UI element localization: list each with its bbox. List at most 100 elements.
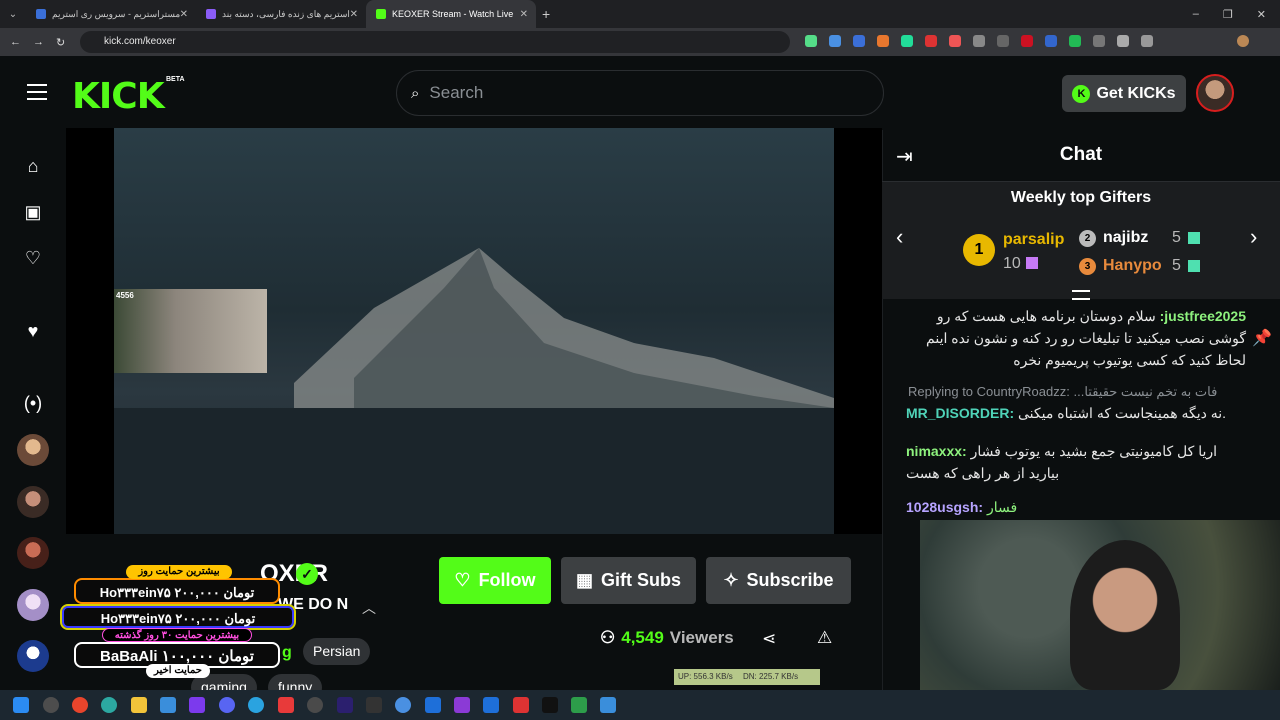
app-icon[interactable] xyxy=(513,697,529,713)
tag-persian[interactable]: Persian xyxy=(303,638,371,665)
premiere-icon[interactable] xyxy=(337,697,353,713)
gift-icon xyxy=(1188,260,1200,272)
close-icon[interactable]: ✕ xyxy=(520,9,528,20)
kick-logo[interactable]: KICK xyxy=(72,76,165,117)
user-avatar[interactable] xyxy=(1196,74,1234,112)
donation-amount: Ho۳۳۳ein۷۵ ۲۰۰,۰۰۰ تومان xyxy=(99,585,255,600)
chat-username[interactable]: MR_DISORDER: xyxy=(906,405,1014,421)
app-icon[interactable] xyxy=(395,697,411,713)
streamer-overlay-cam xyxy=(920,520,1280,690)
url-text: kick.com/keoxer xyxy=(104,36,176,47)
terminal-icon[interactable] xyxy=(366,697,382,713)
reload-icon[interactable]: ↻ xyxy=(56,36,65,49)
url-field[interactable]: kick.com/keoxer xyxy=(80,31,790,53)
rank-1-badge: 1 xyxy=(963,234,995,266)
app-icon[interactable] xyxy=(278,697,294,713)
chat-text: فسار xyxy=(986,499,1018,515)
close-icon[interactable]: ✕ xyxy=(350,9,358,20)
discord-icon[interactable] xyxy=(219,697,235,713)
forward-icon[interactable]: → xyxy=(33,36,44,48)
gifter-name[interactable]: Hanypo xyxy=(1103,257,1162,275)
edge-icon[interactable] xyxy=(101,697,117,713)
subscribe-label: Subscribe xyxy=(746,570,834,590)
tab-favicon xyxy=(376,9,386,19)
donation-top-day: Ho۳۳۳ein۷۵ ۲۰۰,۰۰۰ تومان xyxy=(74,578,280,604)
browse-icon[interactable]: ▣ xyxy=(22,201,44,223)
menu-icon[interactable] xyxy=(27,84,47,100)
whatsapp-icon[interactable] xyxy=(43,697,59,713)
browser-tab-2[interactable]: استریم های زنده فارسی، دسته بند ✕ xyxy=(196,0,366,28)
followed-channel-avatar[interactable] xyxy=(17,434,49,466)
app-icon[interactable] xyxy=(600,697,616,713)
gifter-name[interactable]: parsalip xyxy=(1003,231,1064,249)
browser-tab-3[interactable]: KEOXER Stream - Watch Live ✕ xyxy=(366,0,536,28)
following-icon[interactable]: ♡ xyxy=(22,247,44,269)
weekly-gifters-title: Weekly top Gifters xyxy=(1010,189,1152,206)
telegram-icon[interactable] xyxy=(248,697,264,713)
obs-icon[interactable] xyxy=(307,697,323,713)
back-icon[interactable]: ← xyxy=(10,36,21,48)
sparkle-icon: ✧ xyxy=(723,570,739,590)
app-icon[interactable] xyxy=(189,697,205,713)
chat-username[interactable]: nimaxxx: xyxy=(906,443,967,459)
viewers-icon: ⚇ xyxy=(600,628,616,647)
subscribe-button[interactable]: ✧ Subscribe xyxy=(706,557,851,604)
kicks-coin-icon: K xyxy=(1072,84,1091,103)
chat-message: MR_DISORDER: نه دیگه همینجاست که اشتباه … xyxy=(906,405,1246,422)
chevron-right-icon[interactable]: › xyxy=(1250,224,1257,250)
home-icon[interactable]: ⌂ xyxy=(22,155,44,177)
reply-context[interactable]: Replying to CountryRoadzz: ...فات به تخم… xyxy=(908,384,1248,400)
chat-username[interactable]: 1028usgsh: xyxy=(906,499,983,515)
live-icon[interactable]: (•) xyxy=(22,392,44,414)
capcut-icon[interactable] xyxy=(542,697,558,713)
donation-top-month: Ho۳۳۳ein۷۵ ۲۰۰,۰۰۰ تومان xyxy=(60,604,296,630)
photos-icon[interactable] xyxy=(160,697,176,713)
gift-icon: ▦ xyxy=(575,570,593,590)
search-icon: ⌕ xyxy=(411,84,420,102)
tab-search-icon[interactable]: ⌄ xyxy=(0,9,26,20)
chevron-up-icon[interactable]: ︿ xyxy=(362,598,376,618)
verified-icon: ✓ xyxy=(296,563,318,585)
gifter-count: 10 xyxy=(1003,255,1021,272)
chevron-left-icon[interactable]: ‹ xyxy=(896,224,903,250)
gifter-count: 5 xyxy=(1172,229,1181,246)
chat-username[interactable]: justfree2025: xyxy=(1160,308,1246,324)
favorites-icon[interactable]: ♥ xyxy=(22,320,44,342)
net-up: UP: 556.3 KB/s xyxy=(678,672,733,681)
network-speed-widget: UP: 556.3 KB/s DN: 225.7 KB/s xyxy=(674,669,820,685)
app-icon[interactable] xyxy=(425,697,441,713)
donation-label: بیشترین حمایت ۳۰ روز گذشته xyxy=(102,628,252,642)
restore-icon[interactable]: ❐ xyxy=(1223,8,1233,21)
close-icon[interactable]: ✕ xyxy=(180,9,188,20)
search-input[interactable]: ⌕ Search xyxy=(396,70,884,116)
folder-icon[interactable] xyxy=(131,697,147,713)
followed-channel-avatar[interactable] xyxy=(17,589,49,621)
search-placeholder: Search xyxy=(429,83,484,102)
follow-label: Follow xyxy=(478,570,536,590)
app-icon[interactable] xyxy=(571,697,587,713)
gifter-name[interactable]: najibz xyxy=(1103,229,1148,247)
viewer-count: ⚇ 4,549 Viewers xyxy=(600,628,734,648)
browser-tab-bar: ⌄ مستراستریم - سرویس ری استریم ✕ استریم … xyxy=(0,0,1280,28)
browser-tab-1[interactable]: مستراستریم - سرویس ری استریم ✕ xyxy=(26,0,196,28)
drag-handle-icon[interactable] xyxy=(1072,290,1090,300)
viewers-number: 4,549 xyxy=(621,628,664,647)
gift-subs-button[interactable]: ▦ Gift Subs xyxy=(561,557,696,604)
chrome-icon[interactable] xyxy=(72,697,88,713)
pin-icon[interactable]: 📌 xyxy=(1252,328,1272,348)
share-icon[interactable]: ⋖ xyxy=(762,629,776,649)
follow-button[interactable]: ♡ Follow xyxy=(439,557,551,604)
minimize-icon[interactable]: – xyxy=(1193,8,1199,21)
beta-badge: BETA xyxy=(166,76,185,83)
get-kicks-button[interactable]: K Get KICKs xyxy=(1062,75,1186,112)
app-icon[interactable] xyxy=(483,697,499,713)
report-icon[interactable]: ⚠ xyxy=(817,628,832,648)
app-icon[interactable] xyxy=(454,697,470,713)
followed-channel-avatar[interactable] xyxy=(17,486,49,518)
followed-channel-avatar[interactable] xyxy=(17,640,49,672)
close-window-icon[interactable]: ✕ xyxy=(1257,8,1266,21)
windows-start-icon[interactable] xyxy=(13,697,29,713)
category-link[interactable]: g xyxy=(282,644,292,662)
followed-channel-avatar[interactable] xyxy=(17,537,49,569)
new-tab-icon[interactable]: + xyxy=(542,6,550,22)
